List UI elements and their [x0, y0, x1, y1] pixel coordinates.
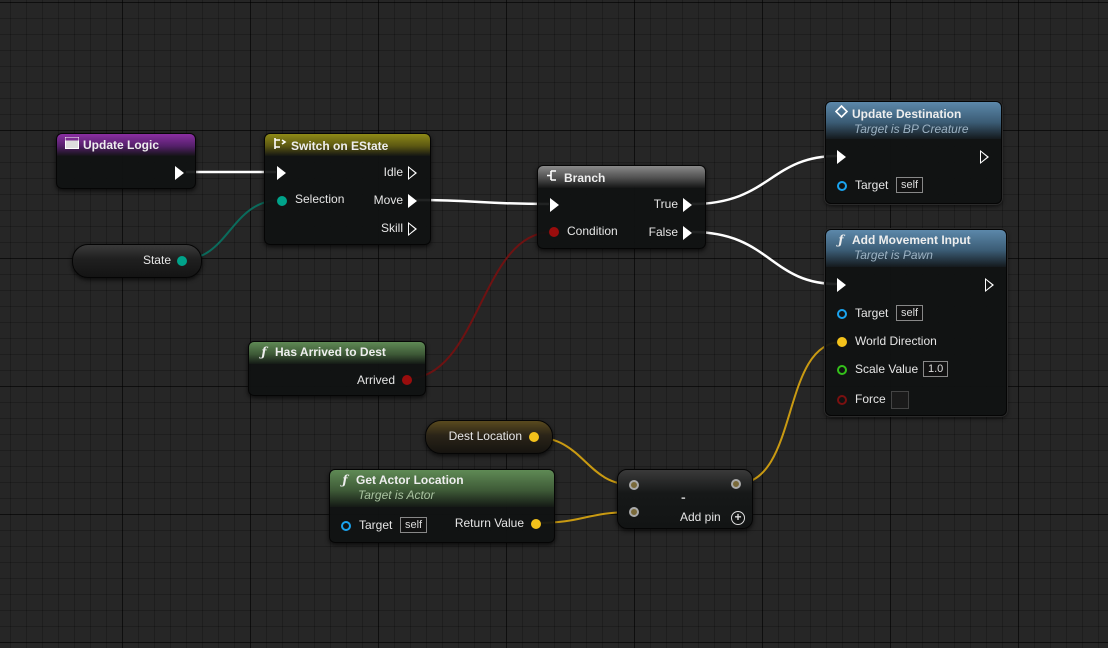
exec-wire-move-to-branch	[415, 198, 550, 206]
add-movement-exec-out[interactable]	[985, 278, 994, 292]
update-logic-header: Update Logic	[57, 134, 195, 156]
update-destination-header: Update Destination Target is BP Creature	[826, 102, 1001, 139]
update-destination-subtitle: Target is BP Creature	[854, 122, 969, 136]
add-movement-scale-value[interactable]: 1.0	[923, 361, 949, 377]
add-movement-node[interactable]: ƒ Add Movement Input Target is Pawn Targe…	[825, 229, 1007, 416]
update-destination-target-value[interactable]: self	[896, 177, 924, 193]
branch-icon	[546, 169, 560, 185]
update-logic-node[interactable]: Update Logic	[56, 133, 196, 189]
switch-skill-pin[interactable]	[408, 222, 417, 236]
add-movement-target-pin[interactable]	[837, 309, 847, 319]
switch-title: Switch on EState	[291, 139, 389, 153]
has-arrived-out-pin[interactable]	[402, 375, 412, 385]
branch-node[interactable]: Branch True Condition False	[537, 165, 706, 249]
switch-header: Switch on EState	[265, 134, 430, 156]
bool-wire	[405, 231, 553, 380]
subtract-input-a-pin[interactable]	[629, 480, 639, 490]
dest-location-variable-node[interactable]: Dest Location	[425, 420, 553, 454]
branch-title: Branch	[564, 171, 606, 185]
get-actor-location-target-value[interactable]: self	[400, 517, 428, 533]
add-movement-scale-label: Scale Value	[855, 362, 919, 376]
dest-location-label: Dest Location	[448, 429, 522, 443]
has-arrived-header: ƒ Has Arrived to Dest	[249, 342, 425, 364]
get-actor-location-title: Get Actor Location	[356, 473, 464, 487]
add-movement-target-label: Target	[855, 306, 889, 320]
branch-true-pin[interactable]	[683, 198, 692, 212]
subtract-add-pin-label[interactable]: Add pin	[680, 510, 721, 524]
state-variable-out-pin[interactable]	[177, 256, 187, 266]
update-logic-title: Update Logic	[83, 138, 160, 152]
add-pin-plus-icon[interactable]: +	[731, 511, 745, 525]
add-movement-target-value[interactable]: self	[896, 305, 924, 321]
get-actor-location-target-label: Target	[359, 518, 393, 532]
has-arrived-title: Has Arrived to Dest	[275, 345, 386, 359]
branch-exec-in[interactable]	[550, 198, 559, 212]
function-icon: ƒ	[342, 473, 348, 487]
add-movement-title: Add Movement Input	[852, 233, 971, 247]
get-actor-location-header: ƒ Get Actor Location Target is Actor	[330, 470, 554, 507]
branch-false-label: False	[648, 225, 678, 239]
add-movement-force-checkbox[interactable]	[891, 391, 909, 409]
update-destination-exec-out[interactable]	[980, 150, 989, 164]
function-icon: ƒ	[838, 233, 844, 247]
get-actor-location-node[interactable]: ƒ Get Actor Location Target is Actor Targ…	[329, 469, 555, 543]
update-destination-node[interactable]: Update Destination Target is BP Creature…	[825, 101, 1002, 204]
dest-location-out-pin[interactable]	[529, 432, 539, 442]
subtract-input-b-pin[interactable]	[629, 507, 639, 517]
add-movement-force-label: Force	[855, 392, 886, 406]
switch-idle-pin[interactable]	[408, 166, 417, 180]
branch-true-label: True	[653, 197, 678, 211]
switch-exec-in[interactable]	[277, 166, 286, 180]
exec-wire-true	[691, 154, 838, 206]
branch-condition-pin[interactable]	[549, 227, 559, 237]
has-arrived-pin-label: Arrived	[356, 373, 395, 387]
update-destination-title: Update Destination	[852, 107, 962, 121]
exec-wire-false	[691, 230, 838, 286]
function-icon: ƒ	[261, 345, 267, 359]
subtract-output-pin[interactable]	[731, 479, 741, 489]
add-movement-world-direction-pin[interactable]	[837, 337, 847, 347]
add-movement-scale-pin[interactable]	[837, 365, 847, 375]
state-variable-label: State	[142, 253, 171, 267]
branch-condition-label: Condition	[567, 224, 618, 238]
branch-header: Branch	[538, 166, 705, 188]
switch-move-label: Move	[373, 193, 403, 207]
switch-skill-label: Skill	[380, 221, 403, 235]
switch-icon	[273, 137, 287, 153]
add-movement-subtitle: Target is Pawn	[854, 248, 933, 262]
update-logic-exec-out[interactable]	[175, 166, 184, 180]
switch-node[interactable]: Switch on EState Idle Selection Move Ski…	[264, 133, 431, 245]
subtract-symbol: -	[681, 489, 686, 505]
add-movement-world-direction-label: World Direction	[855, 334, 937, 348]
update-destination-exec-in[interactable]	[837, 150, 846, 164]
add-movement-header: ƒ Add Movement Input Target is Pawn	[826, 230, 1006, 267]
update-destination-target-pin[interactable]	[837, 181, 847, 191]
diamond-icon	[834, 104, 848, 121]
get-actor-location-target-pin[interactable]	[341, 521, 351, 531]
get-actor-location-return-label: Return Value	[454, 516, 524, 530]
add-movement-exec-in[interactable]	[837, 278, 846, 292]
subtract-node[interactable]: - Add pin +	[617, 469, 753, 529]
add-movement-force-pin[interactable]	[837, 395, 847, 405]
switch-selection-pin[interactable]	[277, 196, 287, 206]
branch-false-pin[interactable]	[683, 226, 692, 240]
switch-idle-label: Idle	[383, 165, 403, 179]
get-actor-location-return-pin[interactable]	[531, 519, 541, 529]
switch-move-pin[interactable]	[408, 194, 417, 208]
get-actor-location-subtitle: Target is Actor	[358, 488, 435, 502]
update-destination-target-label: Target	[855, 178, 889, 192]
state-variable-node[interactable]: State	[72, 244, 202, 278]
event-icon	[65, 137, 79, 152]
switch-selection-label: Selection	[295, 192, 345, 206]
has-arrived-node[interactable]: ƒ Has Arrived to Dest Arrived	[248, 341, 426, 396]
